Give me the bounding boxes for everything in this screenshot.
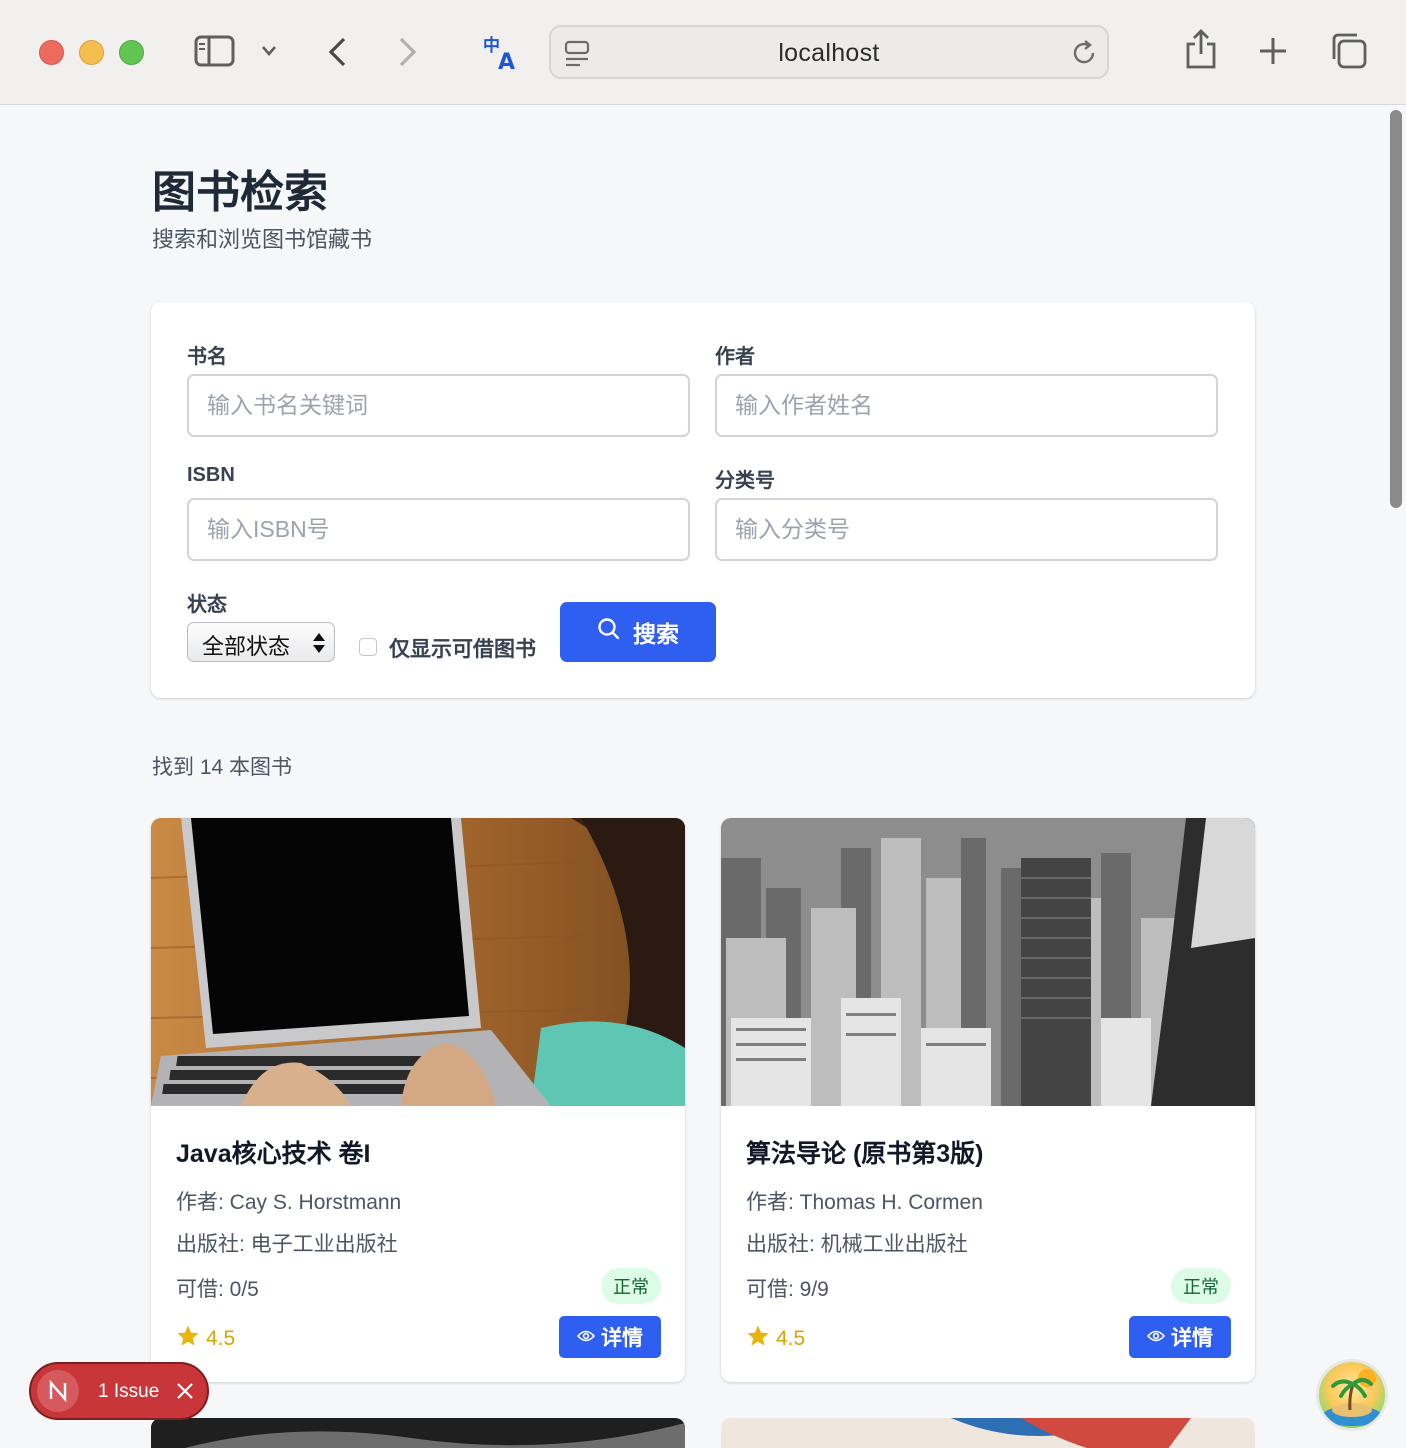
book-card[interactable] [151, 1418, 685, 1448]
scrollbar-thumb[interactable] [1390, 110, 1402, 508]
page-content: 图书检索 搜索和浏览图书馆藏书 书名 作者 ISBN 分类号 状态 全部状态 仅… [0, 106, 1386, 1448]
address-bar[interactable]: localhost [549, 25, 1109, 79]
share-icon[interactable] [1184, 28, 1218, 70]
book-cover-photo-icon [151, 1418, 685, 1448]
eye-icon [1146, 1325, 1166, 1349]
status-select-value: 全部状态 [202, 634, 291, 659]
issue-indicator[interactable]: 1 Issue [29, 1362, 209, 1420]
book-author: 作者: Cay S. Horstmann [176, 1191, 402, 1214]
status-select[interactable]: 全部状态 [187, 622, 335, 662]
status-label: 状态 [187, 594, 227, 616]
class-number-input[interactable] [715, 498, 1218, 561]
search-icon [597, 617, 621, 647]
page-title: 图书检索 [152, 168, 328, 217]
zoom-window-button[interactable] [119, 40, 144, 65]
book-publisher: 出版社: 电子工业出版社 [176, 1233, 398, 1256]
book-card[interactable] [721, 1418, 1255, 1448]
title-input[interactable] [187, 374, 690, 437]
issue-count: 1 Issue [98, 1381, 160, 1402]
book-availability: 可借: 9/9 [746, 1278, 829, 1301]
book-title: 算法导论 (原书第3版) [746, 1140, 984, 1168]
minimize-window-button[interactable] [79, 40, 104, 65]
star-icon [746, 1324, 770, 1354]
status-badge: 正常 [1171, 1268, 1231, 1304]
book-rating: 4.5 [176, 1324, 235, 1354]
book-author: 作者: Thomas H. Cormen [746, 1191, 983, 1214]
book-title: Java核心技术 卷I [176, 1140, 371, 1168]
nextjs-logo-icon [37, 1370, 79, 1412]
search-button-label: 搜索 [633, 621, 679, 647]
book-publisher: 出版社: 机械工业出版社 [746, 1233, 968, 1256]
rating-value: 4.5 [206, 1327, 236, 1350]
detail-button[interactable]: 详情 [559, 1316, 661, 1358]
rating-value: 4.5 [776, 1327, 806, 1350]
close-window-button[interactable] [39, 40, 64, 65]
url-text: localhost [778, 39, 880, 67]
book-availability: 可借: 0/5 [176, 1278, 259, 1301]
title-label: 书名 [187, 346, 227, 368]
isbn-label: ISBN [187, 464, 235, 486]
author-label: 作者 [715, 346, 755, 368]
detail-button-label: 详情 [601, 1327, 643, 1350]
back-arrow-icon[interactable] [326, 36, 348, 68]
select-arrows-icon [312, 631, 326, 661]
reload-icon[interactable] [1071, 39, 1099, 67]
forward-arrow-icon[interactable] [397, 36, 419, 68]
status-badge: 正常 [601, 1268, 661, 1304]
page-subtitle: 搜索和浏览图书馆藏书 [152, 227, 373, 252]
class-number-label: 分类号 [715, 470, 775, 492]
eye-icon [576, 1325, 596, 1349]
island-avatar-icon[interactable] [1316, 1359, 1388, 1431]
isbn-input[interactable] [187, 498, 690, 561]
book-rating: 4.5 [746, 1324, 805, 1354]
available-only-label: 仅显示可借图书 [389, 638, 536, 661]
browser-toolbar: 中A localhost [0, 0, 1406, 105]
book-card[interactable]: 算法导论 (原书第3版) 作者: Thomas H. Cormen 出版社: 机… [721, 818, 1255, 1382]
city-photo-icon [721, 818, 1255, 1106]
available-only-checkbox[interactable] [359, 638, 377, 656]
star-icon [176, 1324, 200, 1354]
result-count: 找到 14 本图书 [152, 756, 293, 779]
translate-icon[interactable]: 中A [482, 34, 524, 72]
sidebar-toggle-icon[interactable] [194, 34, 236, 68]
svg-text:A: A [498, 50, 515, 72]
close-icon[interactable] [173, 1379, 197, 1409]
chevron-down-icon[interactable] [260, 44, 278, 58]
search-form: 书名 作者 ISBN 分类号 状态 全部状态 仅显示可借图书 搜索 [151, 302, 1255, 698]
author-input[interactable] [715, 374, 1218, 437]
laptop-photo-icon [151, 818, 685, 1106]
detail-button-label: 详情 [1171, 1327, 1213, 1350]
new-tab-icon[interactable] [1258, 36, 1288, 66]
detail-button[interactable]: 详情 [1129, 1316, 1231, 1358]
tab-overview-icon[interactable] [1330, 32, 1368, 70]
book-cover-photo-icon [721, 1418, 1255, 1448]
search-button[interactable]: 搜索 [560, 602, 716, 662]
book-card[interactable]: Java核心技术 卷I 作者: Cay S. Horstmann 出版社: 电子… [151, 818, 685, 1382]
